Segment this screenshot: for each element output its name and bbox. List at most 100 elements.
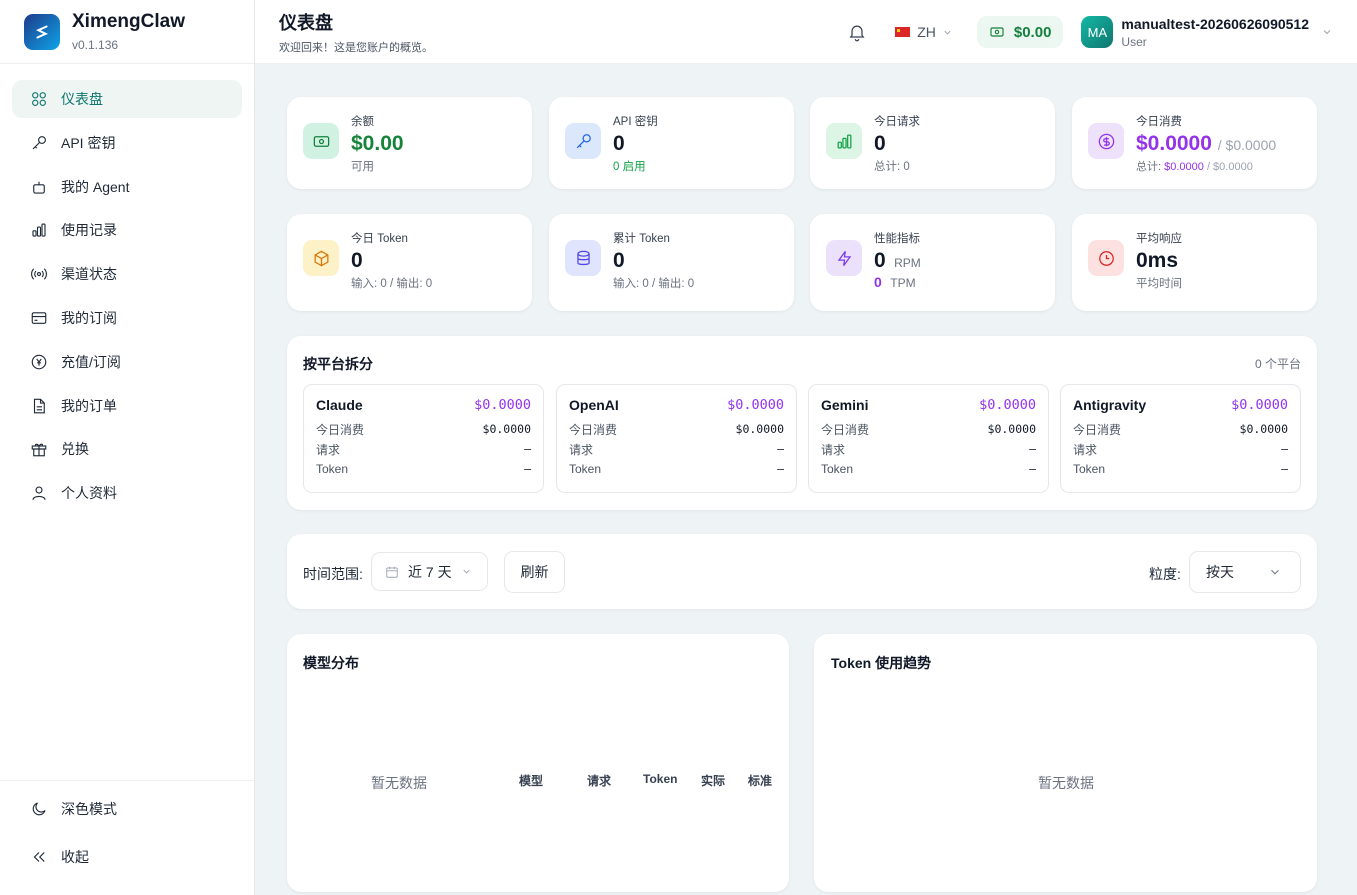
row-value: – — [777, 442, 784, 456]
today-cost-card: 今日消费 $0.0000 / $0.0000 总计: $0.0000 / $0.… — [1072, 97, 1317, 189]
row-label: Token — [821, 462, 854, 476]
platform-row: 请求 – — [569, 439, 784, 459]
granularity-select[interactable]: 按天 — [1189, 551, 1301, 593]
today-requests-card: 今日请求 0 总计: 0 — [810, 97, 1055, 189]
dark-mode-toggle[interactable]: 深色模式 — [12, 789, 242, 829]
empty-state: 暂无数据 — [371, 775, 427, 791]
gift-icon — [30, 440, 48, 458]
today-token-card: 今日 Token 0 输入: 0 / 输出: 0 — [287, 214, 532, 311]
header-balance[interactable]: $0.00 — [976, 16, 1064, 48]
time-range-value: 近 7 天 — [408, 563, 452, 580]
platform-cost: $0.0000 — [1231, 397, 1288, 413]
stat-label: 今日请求 — [874, 116, 920, 128]
total-token-card: 累计 Token 0 输入: 0 / 输出: 0 — [549, 214, 794, 311]
collapse-label: 收起 — [61, 849, 89, 865]
stat-label: 余额 — [351, 116, 374, 128]
row-label: 今日消费 — [821, 422, 870, 437]
sidebar-item-usage[interactable]: 使用记录 — [12, 211, 242, 249]
row-value: $0.0000 — [1239, 422, 1288, 436]
sidebar-item-label: 个人资料 — [61, 485, 117, 502]
calendar-icon — [386, 566, 398, 578]
total-cost-amount: $0.0000 — [1164, 161, 1204, 174]
stat-sub: 输入: 0 / 输出: 0 — [351, 278, 433, 291]
avatar: MA — [1081, 16, 1114, 48]
bar-chart-icon — [826, 123, 862, 159]
tpm-unit: TPM — [890, 276, 916, 291]
row-value: $0.0000 — [987, 422, 1036, 436]
bar-chart-icon — [30, 221, 48, 239]
platform-card-gemini: Gemini $0.0000 今日消费 $0.0000 请求 – Token – — [808, 384, 1049, 493]
row-label: 请求 — [821, 442, 846, 457]
sidebar-item-orders[interactable]: 我的订单 — [12, 387, 242, 425]
stat-sub: 可用 — [351, 161, 374, 174]
stat-label: 平均响应 — [1136, 233, 1182, 245]
key-icon — [565, 123, 601, 159]
sidebar-item-label: 我的订阅 — [61, 309, 117, 326]
chevron-down-icon — [1323, 30, 1331, 35]
platform-name: Claude — [316, 397, 363, 413]
cash-icon — [303, 123, 339, 159]
top-header: 仪表盘 欢迎回来！这是您账户的概览。 ZH $0.00 MA manualtes… — [255, 0, 1357, 64]
page-subtitle: 欢迎回来！这是您账户的概览。 — [279, 41, 433, 54]
model-distribution-card: 模型分布 暂无数据 模型 请求 Token 实际 标准 — [287, 634, 789, 892]
token-trend-card: Token 使用趋势 暂无数据 — [814, 634, 1317, 892]
platform-row: Token – — [569, 459, 784, 479]
sidebar-item-label: 我的 Agent — [61, 178, 130, 195]
sidebar-nav: 仪表盘 API 密钥 我的 Agent 使用记录 渠道状态 我的订阅 充值/订阅 — [0, 64, 254, 534]
app-version: v0.1.136 — [72, 38, 119, 52]
brand: XimengClaw v0.1.136 — [0, 0, 254, 64]
performance-card: 性能指标 0 RPM 0 TPM — [810, 214, 1055, 311]
sidebar-item-label: 兑换 — [61, 441, 89, 458]
row-label: 请求 — [316, 442, 341, 457]
sidebar-item-api-keys[interactable]: API 密钥 — [12, 124, 242, 162]
language-selector[interactable]: ZH — [895, 24, 953, 40]
sidebar-item-recharge[interactable]: 充值/订阅 — [12, 343, 242, 381]
sidebar-item-channels[interactable]: 渠道状态 — [12, 255, 242, 293]
sidebar: XimengClaw v0.1.136 仪表盘 API 密钥 我的 Agent … — [0, 0, 255, 895]
bell-icon[interactable] — [847, 22, 867, 42]
column-header-standard: 标准 — [748, 774, 773, 788]
sidebar-item-redeem[interactable]: 兑换 — [12, 430, 242, 468]
sidebar-item-label: 充值/订阅 — [61, 353, 121, 370]
row-label: 今日消费 — [316, 422, 365, 437]
row-value: – — [777, 462, 784, 476]
sidebar-item-agent[interactable]: 我的 Agent — [12, 168, 242, 206]
app-logo — [24, 13, 60, 50]
balance-value: $0.00 — [351, 132, 404, 155]
stat-label: 今日消费 — [1136, 116, 1182, 128]
sidebar-item-profile[interactable]: 个人资料 — [12, 474, 242, 512]
dashboard-icon — [30, 90, 48, 108]
granularity-label: 粒度: — [1149, 566, 1181, 582]
sidebar-item-dashboard[interactable]: 仪表盘 — [12, 80, 242, 118]
row-value: – — [1029, 442, 1036, 456]
moon-icon — [30, 800, 48, 818]
refresh-button[interactable]: 刷新 — [504, 551, 565, 593]
row-value: $0.0000 — [735, 422, 784, 436]
row-value: – — [1281, 462, 1288, 476]
collapse-sidebar-button[interactable]: 收起 — [12, 837, 242, 877]
section-title: Token 使用趋势 — [831, 655, 932, 671]
username: manualtest-20260626090512 — [1121, 15, 1309, 32]
platform-row: 请求 – — [821, 439, 1036, 459]
china-flag-icon — [895, 27, 911, 37]
chevron-down-icon — [1271, 569, 1279, 575]
row-label: 请求 — [569, 442, 594, 457]
balance-card: 余额 $0.00 可用 — [287, 97, 532, 189]
platform-card-antigravity: Antigravity $0.0000 今日消费 $0.0000 请求 – Token… — [1060, 384, 1301, 493]
row-label: 请求 — [1073, 442, 1098, 457]
stat-sub: 总计: 0 — [874, 161, 910, 174]
column-header-requests: 请求 — [587, 774, 612, 788]
sidebar-item-subscriptions[interactable]: 我的订阅 — [12, 299, 242, 337]
user-menu[interactable]: MA manualtest-20260626090512 User — [1081, 16, 1333, 49]
platform-row: Token – — [316, 459, 531, 479]
row-label: 今日消费 — [569, 422, 618, 437]
stat-sub: 平均时间 — [1136, 278, 1182, 291]
api-keys-value: 0 — [613, 132, 625, 155]
time-range-select[interactable]: 近 7 天 — [371, 552, 488, 591]
sidebar-item-label: 仪表盘 — [61, 91, 103, 107]
dollar-icon — [1088, 123, 1124, 159]
cash-icon — [990, 27, 1004, 37]
platform-row: 请求 – — [1073, 439, 1288, 459]
section-title: 按平台拆分 — [303, 356, 373, 372]
document-icon — [30, 397, 48, 415]
